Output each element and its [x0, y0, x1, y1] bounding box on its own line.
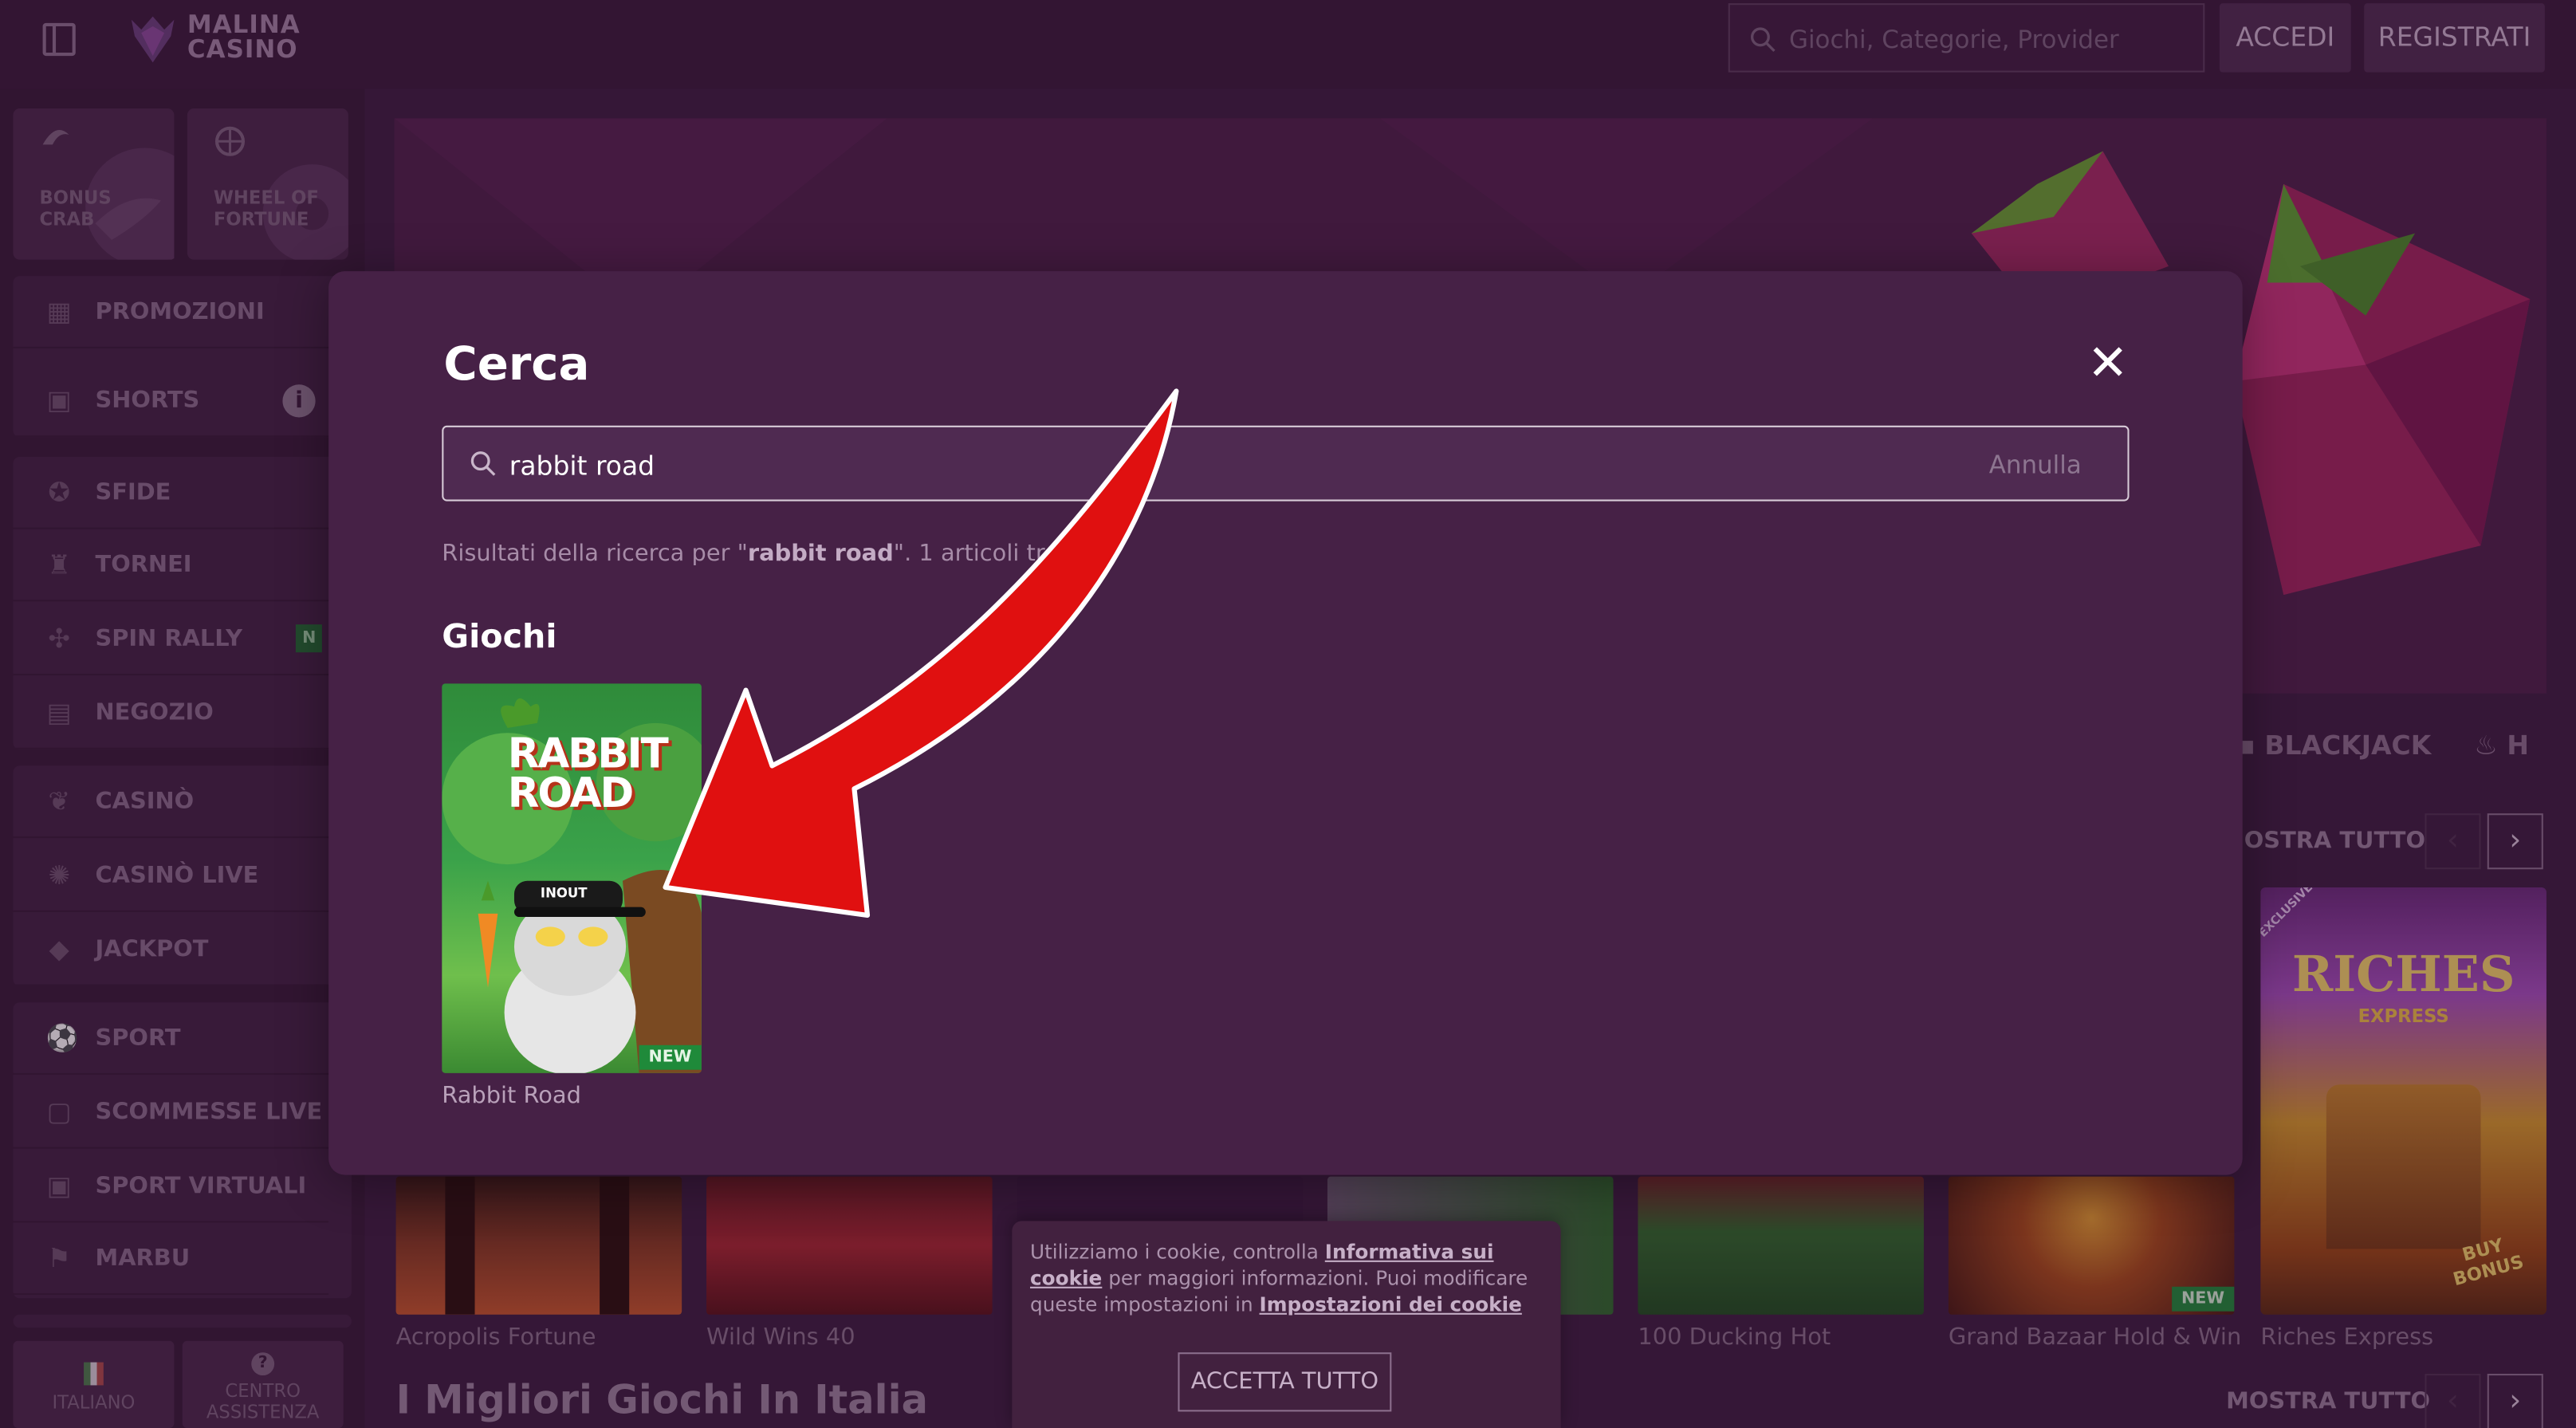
page: MALINA CASINO Giochi, Categorie, Provide…: [0, 0, 2576, 1428]
results-section-title: Giochi: [442, 616, 557, 656]
results-summary: Risultati della ricerca per "rabbit road…: [442, 541, 1109, 567]
cookie-text: Utilizziamo i cookie, controlla Informat…: [1030, 1239, 1540, 1318]
new-badge: NEW: [639, 1044, 702, 1070]
search-modal: Cerca ✕ Annulla Risultati della ricerca …: [328, 271, 2243, 1175]
rabbit-road-art-title2: ROAD: [507, 769, 635, 817]
results-query: rabbit road: [747, 541, 894, 568]
modal-search-input[interactable]: [505, 439, 1959, 492]
game-result-card[interactable]: RABBIT ROAD INOUT NEW: [442, 683, 702, 1073]
cookie-banner: Utilizziamo i cookie, controlla Informat…: [1012, 1221, 1561, 1428]
search-icon: [470, 451, 496, 476]
modal-search-field[interactable]: Annulla: [442, 425, 2130, 502]
accept-all-button[interactable]: ACCETTA TUTTO: [1178, 1352, 1392, 1412]
close-icon[interactable]: ✕: [2086, 340, 2130, 389]
cap-logo: INOUT: [540, 885, 588, 901]
results-suffix: ". 1 articoli trovati.: [893, 541, 1109, 568]
cookie-settings-link[interactable]: Impostazioni dei cookie: [1260, 1293, 1522, 1316]
results-prefix: Risultati della ricerca per ": [442, 541, 748, 568]
cookie-text-part: Utilizziamo i cookie, controlla: [1029, 1241, 1325, 1264]
modal-title: Cerca: [443, 336, 590, 391]
game-result-title[interactable]: Rabbit Road: [442, 1083, 581, 1109]
cancel-button[interactable]: Annulla: [1989, 450, 2082, 480]
